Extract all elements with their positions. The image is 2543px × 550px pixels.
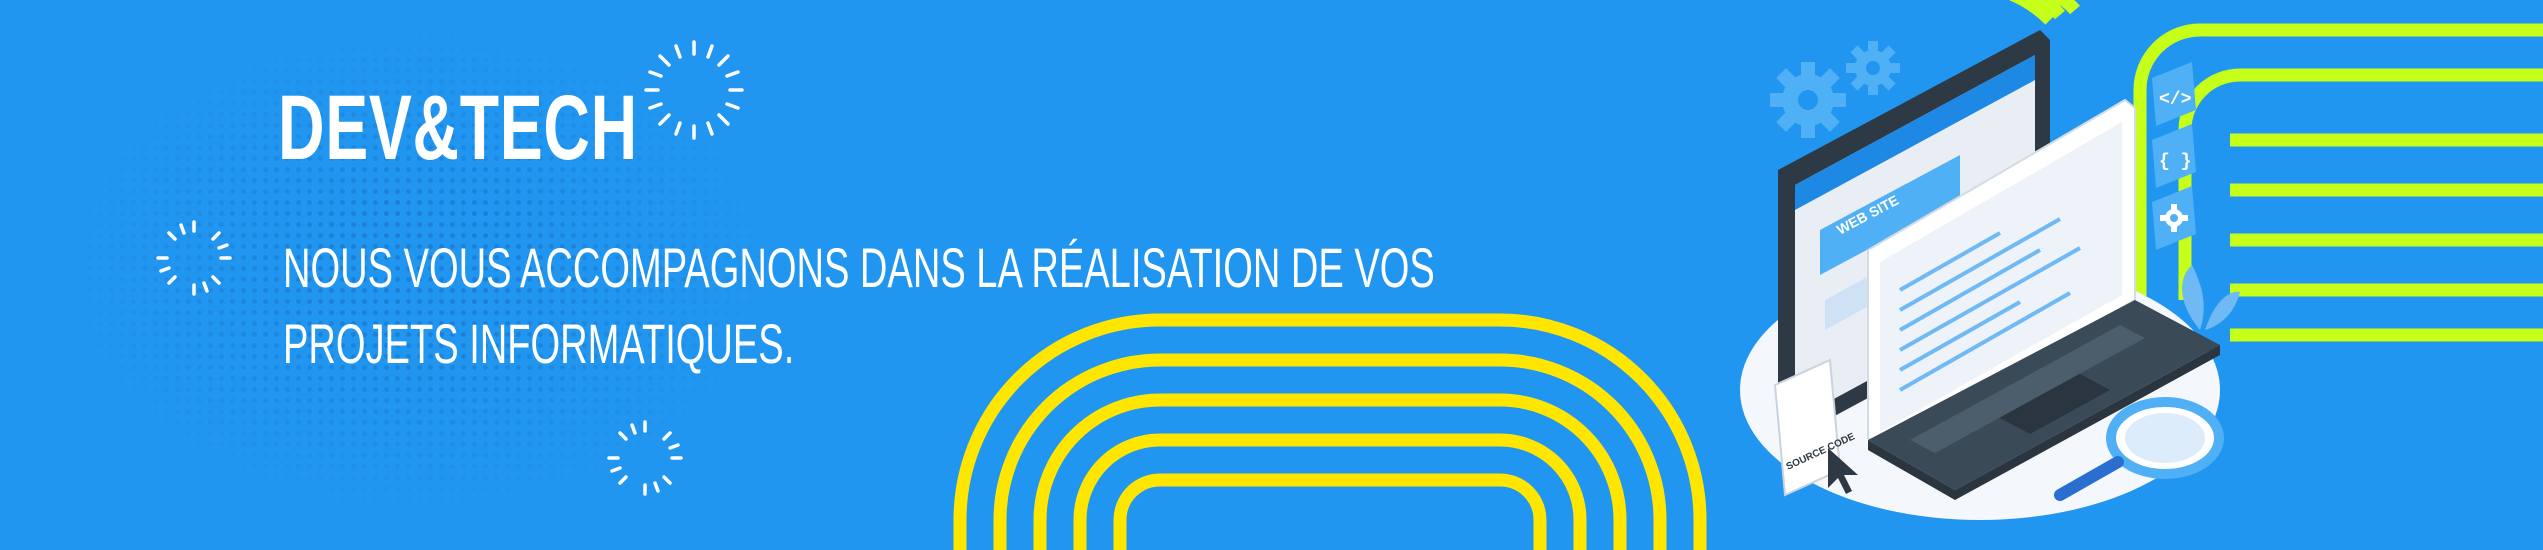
decor-layer: WEB SITE SOURCE CODE </> {}: [156, 0, 2543, 550]
gear-icon: [1770, 62, 1846, 138]
banner: DEV&TECH NOUS VOUS ACCOMPAGNONS DANS LA …: [0, 0, 2543, 550]
code-badge-label: </>: [2159, 90, 2191, 110]
yellow-arches: [953, 313, 1707, 550]
gear-icon: [1846, 41, 1900, 95]
sparkle-icon: [607, 420, 683, 496]
braces-badge-label: { }: [2159, 152, 2191, 172]
plant-icon: [2182, 265, 2240, 330]
sparkle-icon: [156, 220, 232, 296]
sparkle-icon: [644, 40, 744, 140]
